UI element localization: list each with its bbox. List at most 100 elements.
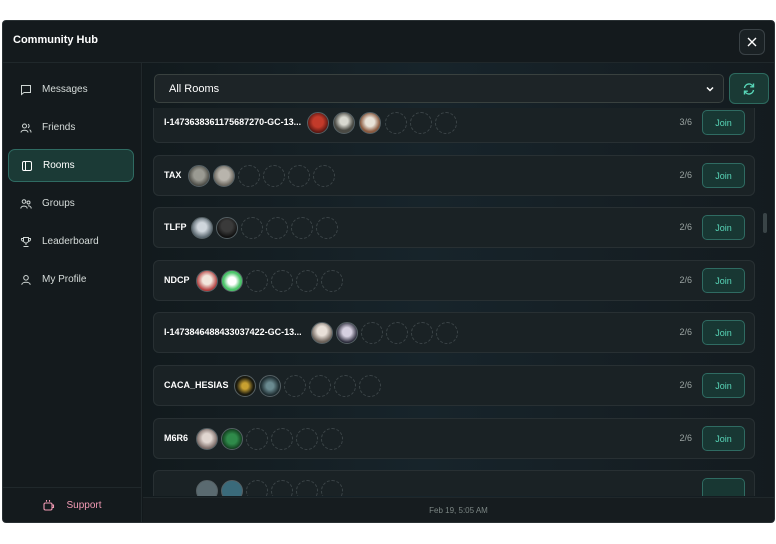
- join-button[interactable]: Join: [702, 215, 745, 240]
- avatar: [221, 270, 243, 292]
- empty-slot: [435, 112, 457, 134]
- room-name: TLFP: [164, 222, 187, 232]
- refresh-button[interactable]: [729, 73, 769, 104]
- join-button[interactable]: Join: [702, 163, 745, 188]
- sidebar-item-messages[interactable]: Messages: [8, 73, 134, 106]
- avatar: [196, 480, 218, 496]
- room-occupancy: 2/6: [679, 433, 692, 443]
- avatar: [196, 428, 218, 450]
- empty-slot: [291, 217, 313, 239]
- empty-slot: [263, 165, 285, 187]
- room-row: TAX 2/6 Join: [153, 155, 755, 196]
- join-button[interactable]: Join: [702, 268, 745, 293]
- avatar: [191, 217, 213, 239]
- room-occupancy: 2/6: [679, 275, 692, 285]
- sidebar-item-label: Leaderboard: [42, 236, 99, 247]
- room-filter-value: All Rooms: [169, 82, 220, 95]
- sidebar-item-friends[interactable]: Friends: [8, 111, 134, 144]
- users-icon: [20, 122, 32, 134]
- sidebar-item-label: Friends: [42, 122, 76, 133]
- group-icon: [20, 198, 32, 210]
- room-name: TAX: [164, 170, 182, 180]
- empty-slot: [271, 480, 293, 496]
- status-footer: Feb 19, 5:05 AM: [143, 497, 774, 522]
- avatar: [336, 322, 358, 344]
- room-list[interactable]: I-1473638361175687270-GC-13... 3/6 Join …: [153, 108, 755, 496]
- sidebar-item-label: Messages: [42, 84, 88, 95]
- avatar: [221, 428, 243, 450]
- sidebar-item-leaderboard[interactable]: Leaderboard: [8, 225, 134, 258]
- room-name: CACA_HESIAS: [164, 380, 229, 390]
- empty-slot: [266, 217, 288, 239]
- join-button[interactable]: [702, 478, 745, 496]
- empty-slot: [271, 428, 293, 450]
- sidebar-item-label: Groups: [42, 198, 75, 209]
- room-occupancy: 2/6: [679, 170, 692, 180]
- empty-slot: [296, 480, 318, 496]
- join-button[interactable]: Join: [702, 373, 745, 398]
- avatar: [307, 112, 329, 134]
- sidebar-item-rooms[interactable]: Rooms: [8, 149, 134, 182]
- avatar: [234, 375, 256, 397]
- avatar: [359, 112, 381, 134]
- avatar: [213, 165, 235, 187]
- empty-slot: [321, 480, 343, 496]
- avatar: [311, 322, 333, 344]
- avatar: [259, 375, 281, 397]
- room-name: NDCP: [164, 275, 190, 285]
- empty-slot: [296, 270, 318, 292]
- community-hub-window: Community Hub Messages Friends Rooms Gro…: [2, 20, 775, 523]
- room-name: I-1473846488433037422-GC-13...: [164, 327, 302, 337]
- close-icon: [747, 37, 757, 47]
- empty-slot: [361, 322, 383, 344]
- message-square-icon: [20, 84, 32, 96]
- support-label: Support: [66, 499, 102, 511]
- room-row: M6R6 2/6 Join: [153, 418, 755, 459]
- room-filter-select[interactable]: All Rooms: [154, 74, 724, 103]
- user-icon: [20, 274, 32, 286]
- join-button[interactable]: Join: [702, 320, 745, 345]
- avatar: [216, 217, 238, 239]
- support-icon: [42, 499, 55, 512]
- room-occupancy: 2/6: [679, 222, 692, 232]
- title-bar: Community Hub: [3, 21, 774, 63]
- join-button[interactable]: Join: [702, 110, 745, 135]
- empty-slot: [246, 428, 268, 450]
- empty-slot: [410, 112, 432, 134]
- sidebar-item-label: My Profile: [42, 274, 87, 285]
- room-row: CACA_HESIAS 2/6 Join: [153, 365, 755, 406]
- avatar: [188, 165, 210, 187]
- empty-slot: [246, 480, 268, 496]
- empty-slot: [411, 322, 433, 344]
- room-list-scrollbar[interactable]: [762, 115, 767, 489]
- sidebar: Messages Friends Rooms Groups Leaderboar…: [3, 63, 142, 522]
- empty-slot: [309, 375, 331, 397]
- rooms-panel: All Rooms I-1473638361175687270-GC-13...…: [143, 63, 774, 522]
- app-title: Community Hub: [13, 34, 98, 46]
- room-row: I-1473638361175687270-GC-13... 3/6 Join: [153, 108, 755, 143]
- close-button[interactable]: [739, 29, 765, 55]
- empty-slot: [385, 112, 407, 134]
- empty-slot: [296, 428, 318, 450]
- sidebar-item-my-profile[interactable]: My Profile: [8, 263, 134, 296]
- room-occupancy: 3/6: [679, 117, 692, 127]
- room-name: M6R6: [164, 433, 189, 443]
- empty-slot: [238, 165, 260, 187]
- empty-slot: [316, 217, 338, 239]
- room-row: TLFP 2/6 Join: [153, 207, 755, 248]
- sidebar-item-groups[interactable]: Groups: [8, 187, 134, 220]
- timestamp: Feb 19, 5:05 AM: [429, 505, 488, 515]
- support-button[interactable]: Support: [3, 487, 141, 522]
- empty-slot: [288, 165, 310, 187]
- avatar: [196, 270, 218, 292]
- empty-slot: [246, 270, 268, 292]
- empty-slot: [321, 428, 343, 450]
- room-row: I-1473846488433037422-GC-13... 2/6 Join: [153, 312, 755, 353]
- scrollbar-thumb[interactable]: [763, 213, 767, 233]
- empty-slot: [334, 375, 356, 397]
- room-occupancy: 2/6: [679, 380, 692, 390]
- chevron-down-icon: [706, 86, 714, 92]
- empty-slot: [386, 322, 408, 344]
- empty-slot: [321, 270, 343, 292]
- join-button[interactable]: Join: [702, 426, 745, 451]
